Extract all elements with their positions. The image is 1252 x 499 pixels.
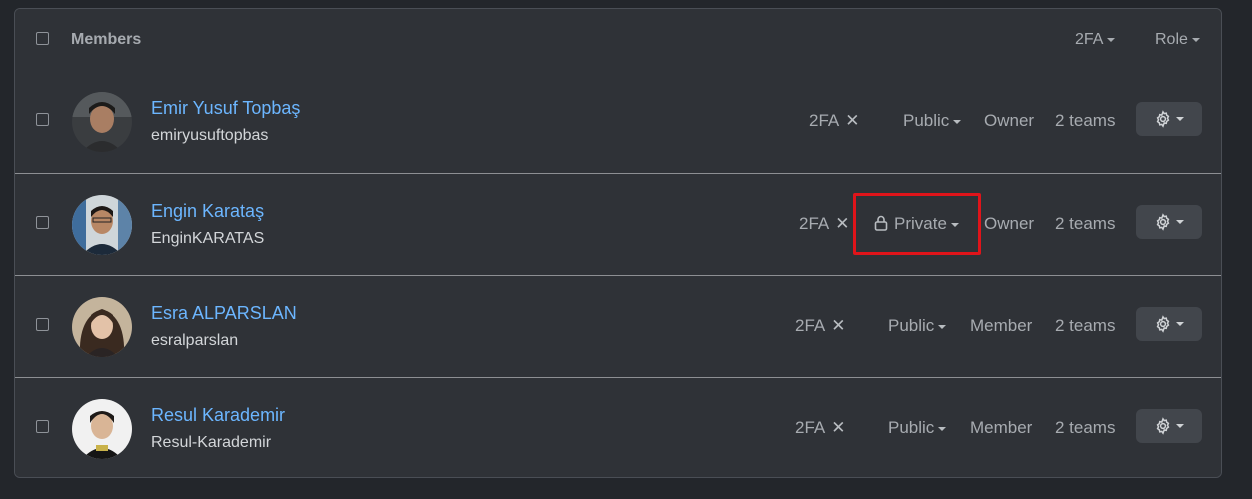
x-icon: ✕	[831, 316, 846, 335]
visibility-label: Public	[888, 316, 935, 335]
chevron-down-icon	[1176, 424, 1184, 428]
member-teams-link[interactable]: 2 teams	[1055, 316, 1115, 336]
twofa-status: 2FA ✕	[799, 214, 850, 234]
twofa-label: 2FA	[799, 214, 830, 233]
member-login: EnginKARATAS	[151, 230, 265, 247]
visibility-label: Public	[903, 111, 950, 130]
member-checkbox[interactable]	[36, 420, 49, 433]
avatar[interactable]	[72, 195, 132, 255]
member-row: Emir Yusuf Topbaş emiryusuftopbas 2FA ✕ P…	[15, 71, 1221, 173]
select-all-checkbox[interactable]	[36, 32, 49, 45]
member-teams-link[interactable]: 2 teams	[1055, 214, 1115, 234]
member-row: Resul Karademir Resul-Karademir 2FA ✕ Pub…	[15, 377, 1221, 477]
filter-role-dropdown[interactable]: Role	[1155, 31, 1200, 49]
chevron-down-icon	[1176, 322, 1184, 326]
twofa-label: 2FA	[795, 316, 826, 335]
chevron-down-icon	[1107, 37, 1116, 42]
visibility-dropdown[interactable]: Public	[888, 316, 947, 336]
twofa-status: 2FA ✕	[795, 316, 846, 336]
member-role: Owner	[984, 214, 1035, 233]
member-actions-button[interactable]	[1136, 409, 1202, 443]
visibility-dropdown[interactable]: Public	[888, 418, 947, 438]
member-checkbox[interactable]	[36, 318, 49, 331]
members-panel: Members 2FA Role Emir Yusuf Topbaş emiry…	[14, 8, 1222, 478]
member-role: Owner	[984, 111, 1035, 130]
filter-2fa-dropdown[interactable]: 2FA	[1075, 31, 1116, 49]
avatar[interactable]	[72, 297, 132, 357]
chevron-down-icon	[953, 119, 962, 124]
gear-icon	[1156, 213, 1170, 231]
visibility-dropdown[interactable]: Private	[874, 214, 959, 234]
chevron-down-icon	[1176, 117, 1184, 121]
filter-role-label: Role	[1155, 31, 1188, 48]
gear-icon	[1156, 110, 1170, 128]
member-login: Resul-Karademir	[151, 434, 272, 451]
twofa-label: 2FA	[795, 418, 826, 437]
member-login: esralparslan	[151, 332, 239, 349]
avatar[interactable]	[72, 92, 132, 152]
member-login: emiryusuftopbas	[151, 127, 269, 144]
member-name-link[interactable]: Engin Karataş	[151, 201, 264, 222]
filter-2fa-label: 2FA	[1075, 31, 1104, 48]
chevron-down-icon	[1191, 37, 1200, 42]
visibility-label: Private	[894, 214, 947, 233]
twofa-status: 2FA ✕	[795, 418, 846, 438]
member-name-link[interactable]: Resul Karademir	[151, 405, 285, 426]
avatar[interactable]	[72, 399, 132, 459]
members-header: Members 2FA Role	[15, 9, 1221, 72]
chevron-down-icon	[938, 324, 947, 329]
x-icon: ✕	[835, 214, 850, 233]
member-row: Esra ALPARSLAN esralparslan 2FA ✕ Public …	[15, 275, 1221, 377]
twofa-status: 2FA ✕	[809, 111, 860, 131]
chevron-down-icon	[1176, 220, 1184, 224]
gear-icon	[1156, 417, 1170, 435]
member-name-link[interactable]: Emir Yusuf Topbaş	[151, 98, 300, 119]
gear-icon	[1156, 315, 1170, 333]
member-teams-link[interactable]: 2 teams	[1055, 111, 1115, 131]
member-role: Member	[970, 316, 1033, 335]
x-icon: ✕	[831, 418, 846, 437]
visibility-label: Public	[888, 418, 935, 437]
member-actions-button[interactable]	[1136, 307, 1202, 341]
member-row: Engin Karataş EnginKARATAS 2FA ✕ Private …	[15, 173, 1221, 275]
member-actions-button[interactable]	[1136, 205, 1202, 239]
chevron-down-icon	[950, 222, 959, 227]
member-actions-button[interactable]	[1136, 102, 1202, 136]
x-icon: ✕	[845, 111, 860, 130]
members-title: Members	[71, 31, 142, 48]
twofa-label: 2FA	[809, 111, 840, 130]
visibility-dropdown[interactable]: Public	[903, 111, 962, 131]
member-checkbox[interactable]	[36, 216, 49, 229]
lock-icon	[874, 215, 888, 231]
member-checkbox[interactable]	[36, 113, 49, 126]
member-role: Member	[970, 418, 1033, 437]
member-teams-link[interactable]: 2 teams	[1055, 418, 1115, 438]
member-name-link[interactable]: Esra ALPARSLAN	[151, 303, 297, 324]
chevron-down-icon	[938, 426, 947, 431]
